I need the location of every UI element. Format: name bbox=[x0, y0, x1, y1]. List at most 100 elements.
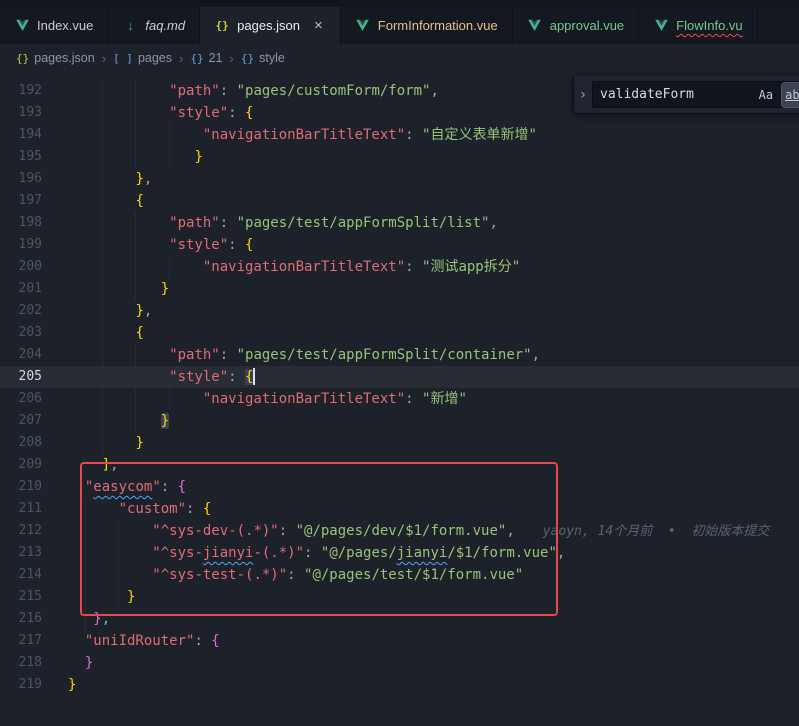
code-line[interactable]: 199 "style": { bbox=[0, 234, 799, 256]
tab-index-vue[interactable]: Index.vue bbox=[0, 7, 108, 44]
breadcrumb-item-pages-json[interactable]: {}pages.json bbox=[16, 51, 95, 65]
code-token: , bbox=[144, 171, 152, 187]
code-line[interactable]: 205 "style": { bbox=[0, 366, 799, 388]
code-content: }, bbox=[42, 300, 799, 322]
indent-guide bbox=[102, 80, 103, 102]
code-line[interactable]: 217 "uniIdRouter": { bbox=[0, 630, 799, 652]
line-number[interactable]: 204 bbox=[0, 344, 42, 366]
code-token: yaoyn, 14个月前 • 初始版本提交 bbox=[543, 524, 770, 539]
tab-flowinfo-vu[interactable]: FlowInfo.vu bbox=[639, 7, 757, 44]
indent-guide bbox=[102, 388, 103, 410]
code-content: "^sys-dev-(.*)": "@/pages/dev/$1/form.vu… bbox=[42, 520, 799, 542]
vue-icon bbox=[653, 18, 669, 34]
code-line[interactable]: 203 { bbox=[0, 322, 799, 344]
code-token: "@/pages/dev/$1/form.vue" bbox=[296, 523, 507, 539]
code-line[interactable]: 210 "easycom": { bbox=[0, 476, 799, 498]
code-line[interactable]: 216 }, bbox=[0, 608, 799, 630]
code-line[interactable]: 207 } bbox=[0, 410, 799, 432]
line-number[interactable]: 210 bbox=[0, 476, 42, 498]
indent-guide bbox=[102, 234, 103, 256]
tab-faq-md[interactable]: ↓faq.md bbox=[108, 7, 200, 44]
line-number[interactable]: 218 bbox=[0, 652, 42, 674]
match-case-button[interactable]: Aa bbox=[756, 83, 776, 107]
toggle-replace-chevron[interactable]: › bbox=[574, 76, 592, 113]
line-number[interactable]: 208 bbox=[0, 432, 42, 454]
code-line[interactable]: 195 } bbox=[0, 146, 799, 168]
code-line[interactable]: 200 "navigationBarTitleText": "测试app拆分" bbox=[0, 256, 799, 278]
code-line[interactable]: 219} bbox=[0, 674, 799, 696]
line-number[interactable]: 194 bbox=[0, 124, 42, 146]
code-line[interactable]: 214 "^sys-test-(.*)": "@/pages/test/$1/f… bbox=[0, 564, 799, 586]
breadcrumb-item-style[interactable]: {}style bbox=[241, 51, 285, 65]
code-content: "style": { bbox=[42, 366, 799, 388]
code-content: } bbox=[42, 278, 799, 300]
indent-guide bbox=[102, 190, 103, 212]
indent-guide bbox=[102, 366, 103, 388]
line-number[interactable]: 217 bbox=[0, 630, 42, 652]
line-number[interactable]: 219 bbox=[0, 674, 42, 696]
line-number[interactable]: 216 bbox=[0, 608, 42, 630]
code-content: "navigationBarTitleText": "新增" bbox=[42, 388, 799, 410]
code-line[interactable]: 218 } bbox=[0, 652, 799, 674]
code-line[interactable]: 209 ], bbox=[0, 454, 799, 476]
line-number[interactable]: 205 bbox=[0, 366, 42, 388]
line-number[interactable]: 203 bbox=[0, 322, 42, 344]
tab-forminformation-vue[interactable]: FormInformation.vue bbox=[341, 7, 513, 44]
json-icon: {} bbox=[214, 18, 230, 34]
line-number[interactable]: 195 bbox=[0, 146, 42, 168]
indent-guide bbox=[135, 234, 136, 256]
code-editor[interactable]: › validateForm Aa ab .* 192 "path": "pag… bbox=[0, 72, 799, 726]
line-number[interactable]: 201 bbox=[0, 278, 42, 300]
line-number[interactable]: 212 bbox=[0, 520, 42, 542]
code-line[interactable]: 213 "^sys-jianyi-(.*)": "@/pages/jianyi/… bbox=[0, 542, 799, 564]
code-line[interactable]: 202 }, bbox=[0, 300, 799, 322]
indent-guide bbox=[135, 80, 136, 102]
line-number[interactable]: 215 bbox=[0, 586, 42, 608]
line-number[interactable]: 207 bbox=[0, 410, 42, 432]
code-token: { bbox=[245, 105, 253, 121]
close-icon[interactable]: × bbox=[311, 17, 326, 34]
code-line[interactable]: 201 } bbox=[0, 278, 799, 300]
indent-guide bbox=[169, 124, 170, 146]
tab-approval-vue[interactable]: approval.vue bbox=[513, 7, 639, 44]
indent-guide bbox=[85, 608, 86, 630]
indent-guide bbox=[85, 520, 86, 542]
line-number[interactable]: 211 bbox=[0, 498, 42, 520]
line-number[interactable]: 214 bbox=[0, 564, 42, 586]
code-line[interactable]: 197 { bbox=[0, 190, 799, 212]
line-number[interactable]: 202 bbox=[0, 300, 42, 322]
line-number[interactable]: 206 bbox=[0, 388, 42, 410]
code-token: "自定义表单新增" bbox=[422, 127, 537, 143]
breadcrumb-item-pages[interactable]: [ ]pages bbox=[113, 51, 172, 65]
whole-word-button[interactable]: ab bbox=[782, 83, 799, 107]
find-query-text[interactable]: validateForm bbox=[600, 84, 750, 106]
code-line[interactable]: 206 "navigationBarTitleText": "新增" bbox=[0, 388, 799, 410]
code-line[interactable]: 204 "path": "pages/test/appFormSplit/con… bbox=[0, 344, 799, 366]
code-token: "pages/test/appFormSplit/list" bbox=[237, 215, 490, 231]
code-token: easycom bbox=[93, 479, 152, 495]
line-number[interactable]: 199 bbox=[0, 234, 42, 256]
code-line[interactable]: 198 "path": "pages/test/appFormSplit/lis… bbox=[0, 212, 799, 234]
line-number[interactable]: 209 bbox=[0, 454, 42, 476]
line-number[interactable]: 200 bbox=[0, 256, 42, 278]
line-number[interactable]: 193 bbox=[0, 102, 42, 124]
find-input[interactable]: validateForm Aa ab .* bbox=[592, 81, 799, 108]
code-line[interactable]: 211 "custom": { bbox=[0, 498, 799, 520]
code-line[interactable]: 208 } bbox=[0, 432, 799, 454]
breadcrumb-item-21[interactable]: {}21 bbox=[190, 51, 222, 65]
code-line[interactable]: 194 "navigationBarTitleText": "自定义表单新增" bbox=[0, 124, 799, 146]
line-number[interactable]: 196 bbox=[0, 168, 42, 190]
line-number[interactable]: 197 bbox=[0, 190, 42, 212]
code-token: "navigationBarTitleText" bbox=[203, 391, 405, 407]
code-line[interactable]: 196 }, bbox=[0, 168, 799, 190]
line-number[interactable]: 213 bbox=[0, 542, 42, 564]
indent-guide bbox=[169, 388, 170, 410]
code-content: "easycom": { bbox=[42, 476, 799, 498]
code-line[interactable]: 212 "^sys-dev-(.*)": "@/pages/dev/$1/for… bbox=[0, 520, 799, 542]
tab-pages-json[interactable]: {}pages.json× bbox=[200, 7, 341, 44]
breadcrumb-separator: › bbox=[102, 51, 106, 66]
line-number[interactable]: 198 bbox=[0, 212, 42, 234]
line-number[interactable]: 192 bbox=[0, 80, 42, 102]
code-content: } bbox=[42, 652, 799, 674]
code-line[interactable]: 215 } bbox=[0, 586, 799, 608]
